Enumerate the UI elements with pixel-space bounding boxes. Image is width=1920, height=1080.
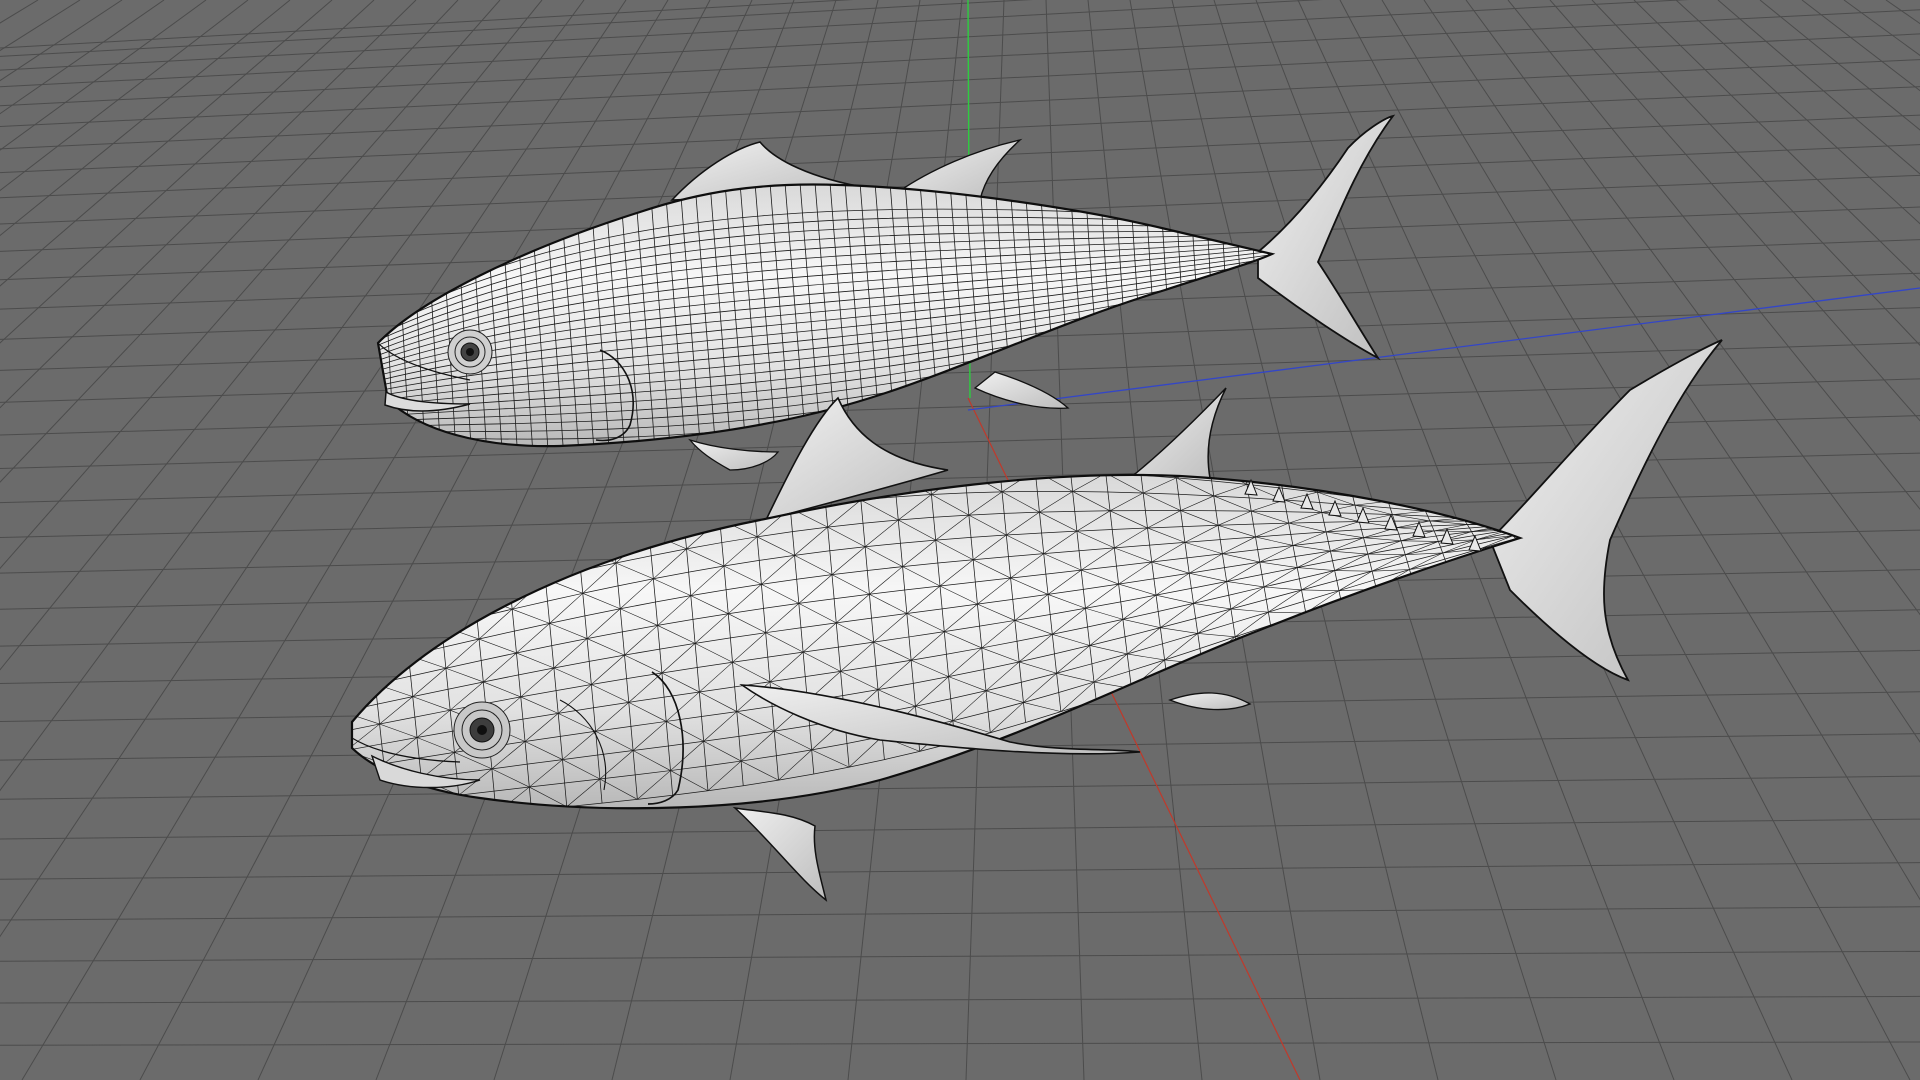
upper-tail-fin [1257,114,1396,361]
upper-pelvic-fin [688,438,780,471]
grid-line [0,0,207,151]
grid-line [0,0,1690,88]
grid-line [0,0,123,82]
upper-pectoral-fin [973,371,1070,409]
grid-line [1759,0,1920,131]
grid-line [0,818,1920,840]
viewport-canvas[interactable] [0,0,1920,1080]
lower-pelvic-fin [732,806,828,902]
grid-line [1675,0,1920,225]
grid-line [1885,0,1920,25]
grid-line [0,775,1920,800]
grid-line [0,862,1920,880]
grid-line [0,9,1920,107]
grid-line [1717,0,1920,175]
upper-eye [447,329,493,375]
grid-line [0,33,1920,127]
grid-line [0,59,1920,150]
grid-line [0,1041,1920,1046]
lower-anal-fin [1168,692,1252,711]
lower-eye [453,701,511,759]
grid-line [1801,0,1920,92]
tuna-model-upper[interactable] [360,114,1396,471]
grid-line [1591,0,1920,346]
grid-line [1633,0,1920,281]
grid-line [0,906,1920,921]
grid-line [1843,0,1920,57]
grid-line [0,0,1323,71]
3d-viewport[interactable] [0,0,1920,1080]
grid-line [0,0,249,192]
grid-line [0,0,39,24]
grid-line [0,995,1920,1004]
grid-line [0,950,1920,962]
